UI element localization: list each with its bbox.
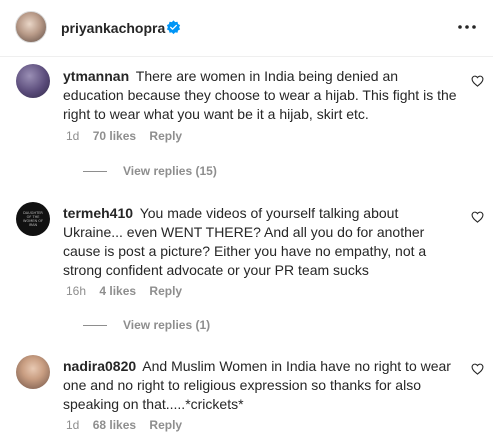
comment-username[interactable]: nadira0820 [63, 358, 136, 374]
comment-item: DAUGHTER OF THE WOMEN OF IRAN termeh410 … [0, 202, 493, 337]
verified-badge-icon [166, 20, 181, 35]
reply-button[interactable]: Reply [149, 284, 182, 298]
view-replies-button[interactable]: View replies (15) [83, 164, 217, 178]
replies-divider [83, 325, 107, 327]
avatar-text: DAUGHTER OF THE WOMEN OF IRAN [23, 211, 43, 227]
replies-divider [83, 171, 107, 173]
comment-time[interactable]: 16h [66, 284, 86, 298]
commenter-avatar[interactable] [16, 64, 50, 98]
view-replies-label: View replies (15) [123, 164, 217, 178]
post-header: priyankachopra [0, 0, 493, 57]
author-username[interactable]: priyankachopra [61, 20, 165, 36]
comment-meta: 1d 70 likes Reply [66, 129, 192, 143]
more-options-icon[interactable] [456, 17, 478, 37]
comment-username[interactable]: ytmannan [63, 68, 129, 84]
comment-item: nadira0820 And Muslim Women in India hav… [0, 355, 493, 435]
comment-text: ytmannan There are women in India being … [63, 67, 458, 124]
author-avatar[interactable] [15, 11, 47, 43]
comment-meta: 16h 4 likes Reply [66, 284, 192, 298]
commenter-avatar[interactable] [16, 355, 50, 389]
comment-meta: 1d 68 likes Reply [66, 418, 192, 432]
comment-likes[interactable]: 4 likes [99, 284, 136, 298]
comment-time[interactable]: 1d [66, 129, 79, 143]
view-replies-label: View replies (1) [123, 318, 211, 332]
comment-item: ytmannan There are women in India being … [0, 64, 493, 178]
view-replies-button[interactable]: View replies (1) [83, 318, 210, 332]
comment-time[interactable]: 1d [66, 418, 79, 432]
comment-likes[interactable]: 70 likes [93, 129, 136, 143]
comment-text: termeh410 You made videos of yourself ta… [63, 204, 458, 280]
like-heart-icon[interactable] [471, 75, 484, 87]
comment-text: nadira0820 And Muslim Women in India hav… [63, 357, 458, 414]
commenter-avatar[interactable]: DAUGHTER OF THE WOMEN OF IRAN [16, 202, 50, 236]
reply-button[interactable]: Reply [149, 129, 182, 143]
reply-button[interactable]: Reply [149, 418, 182, 432]
like-heart-icon[interactable] [471, 363, 484, 375]
comment-likes[interactable]: 68 likes [93, 418, 136, 432]
like-heart-icon[interactable] [471, 211, 484, 223]
comment-username[interactable]: termeh410 [63, 205, 133, 221]
